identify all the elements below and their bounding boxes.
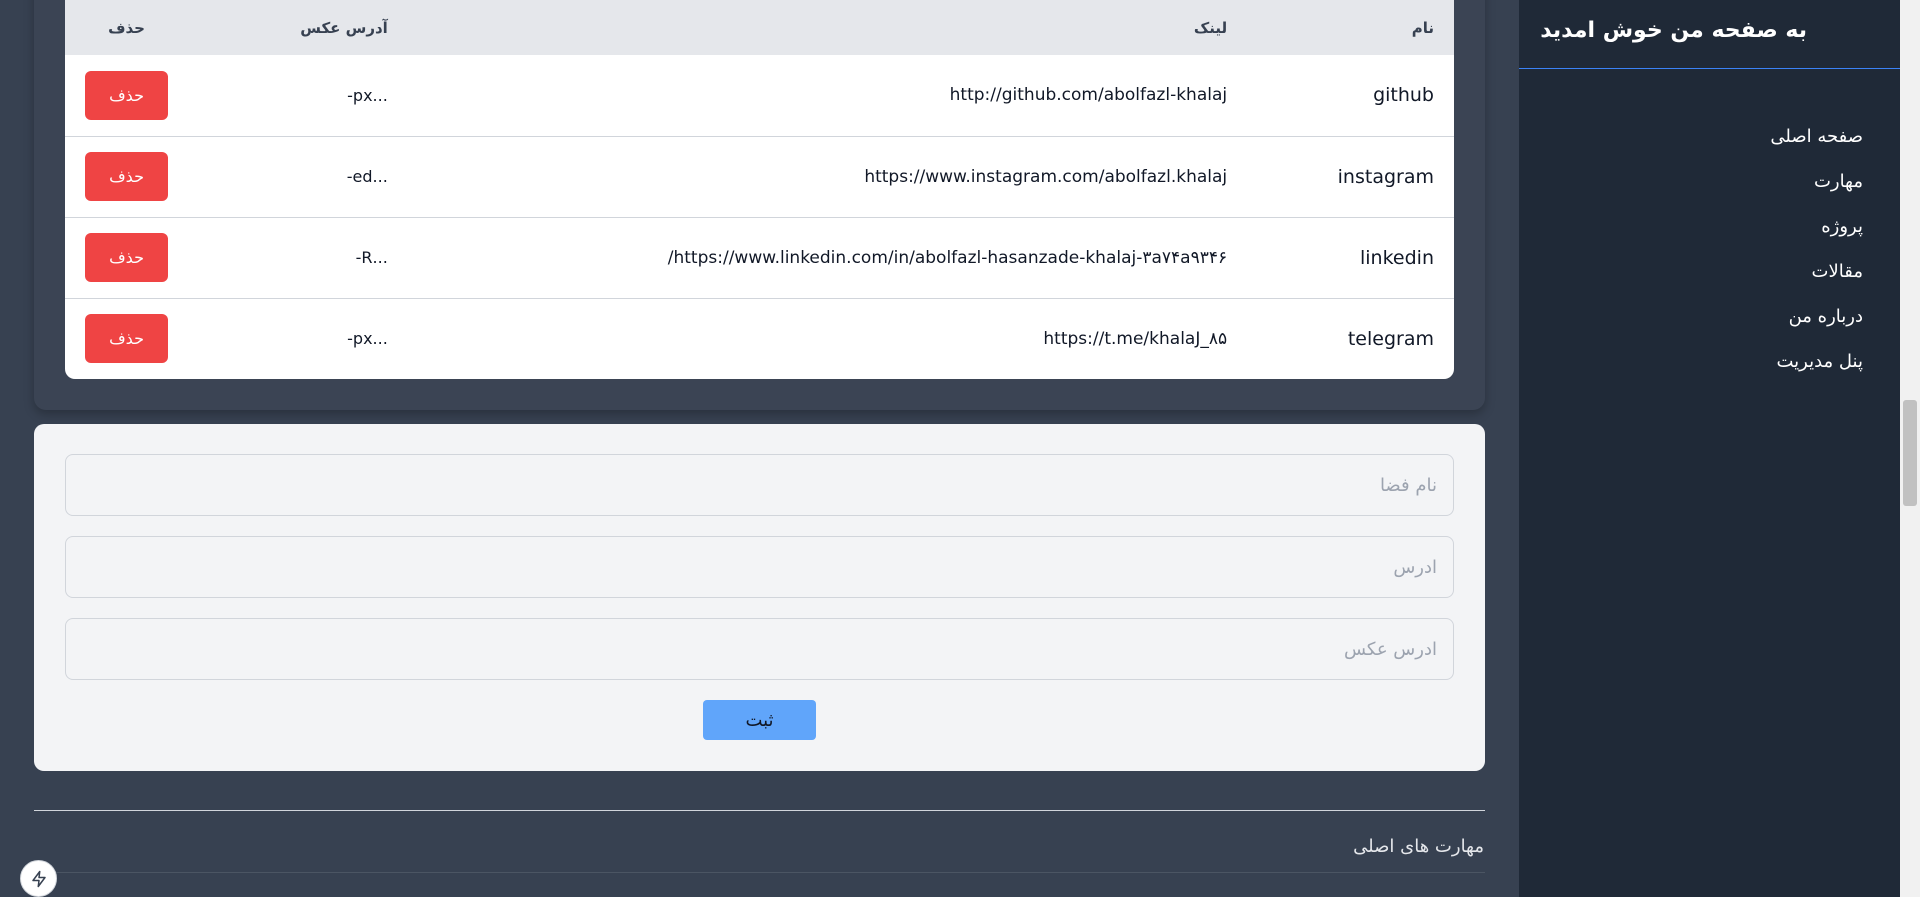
row-delete-cell: حذف: [65, 55, 188, 136]
row-image: ...px-: [347, 329, 388, 349]
header-delete: حذف: [108, 18, 145, 37]
scrollbar-thumb[interactable]: [1903, 400, 1917, 506]
header-image: آدرس عکس: [300, 18, 388, 37]
table-row: github http://github.com/abolfazl-khalaj…: [65, 55, 1454, 136]
sidebar-item-home[interactable]: صفحه اصلی: [1770, 122, 1863, 167]
section-title: مهارت های اصلی: [1353, 836, 1484, 857]
links-table-wrapper: نام لینک آدرس عکس حذف github http://gith…: [65, 0, 1454, 379]
row-link: https://t.me/khalaJ_۸۵: [1043, 328, 1228, 349]
address-input[interactable]: [65, 536, 1454, 598]
sidebar-item-articles[interactable]: مقالات: [1770, 257, 1863, 302]
row-name: telegram: [1347, 327, 1434, 350]
row-name: linkedin: [1360, 246, 1434, 269]
bolt-icon-button[interactable]: [20, 860, 57, 897]
delete-button[interactable]: حذف: [85, 152, 169, 201]
row-delete-cell: حذف: [65, 298, 188, 379]
bolt-icon: [31, 870, 46, 887]
page-scrollbar[interactable]: [1900, 0, 1920, 897]
sidebar-divider: [1519, 68, 1900, 69]
row-link: https://www.linkedin.com/in/abolfazl-has…: [667, 247, 1228, 268]
row-name: instagram: [1337, 165, 1434, 188]
row-image: ...R-: [355, 248, 388, 267]
table-row: linkedin https://www.linkedin.com/in/abo…: [65, 217, 1454, 298]
sidebar: به صفحه من خوش امدید صفحه اصلی مهارت پرو…: [1519, 0, 1900, 897]
sidebar-title: به صفحه من خوش امدید: [1540, 18, 1807, 43]
delete-button[interactable]: حذف: [85, 314, 169, 364]
table-row: instagram https://www.instagram.com/abol…: [65, 136, 1454, 217]
row-name: github: [1373, 84, 1434, 107]
row-delete-cell: حذف: [65, 217, 188, 298]
sidebar-nav: صفحه اصلی مهارت پروژه مقالات درباره من پ…: [1770, 122, 1863, 392]
sidebar-item-skills[interactable]: مهارت: [1770, 167, 1863, 212]
delete-button[interactable]: حذف: [85, 233, 169, 282]
main-content: نام لینک آدرس عکس حذف github http://gith…: [0, 0, 1519, 897]
divider: [34, 810, 1485, 811]
links-table: نام لینک آدرس عکس حذف github http://gith…: [65, 0, 1454, 379]
row-image: ...ed-: [346, 167, 388, 186]
header-link: لینک: [1193, 18, 1228, 37]
sidebar-item-about[interactable]: درباره من: [1770, 302, 1863, 347]
row-delete-cell: حذف: [65, 136, 188, 217]
row-link: http://github.com/abolfazl-khalaj: [949, 85, 1228, 106]
table-row: telegram https://t.me/khalaJ_۸۵ ...px- ح…: [65, 298, 1454, 379]
header-name: نام: [1411, 18, 1434, 37]
table-header-row: نام لینک آدرس عکس حذف: [65, 0, 1454, 55]
add-link-form: ثبت: [34, 424, 1485, 771]
row-link: https://www.instagram.com/abolfazl.khala…: [864, 166, 1228, 187]
space-name-input[interactable]: [65, 454, 1454, 516]
image-address-input[interactable]: [65, 618, 1454, 680]
sidebar-item-admin[interactable]: پنل مدیریت: [1770, 347, 1863, 392]
delete-button[interactable]: حذف: [85, 70, 169, 120]
sidebar-item-projects[interactable]: پروژه: [1770, 212, 1863, 257]
section-divider: [34, 872, 1485, 873]
row-image: ...px-: [347, 85, 388, 105]
submit-button[interactable]: ثبت: [703, 700, 816, 740]
